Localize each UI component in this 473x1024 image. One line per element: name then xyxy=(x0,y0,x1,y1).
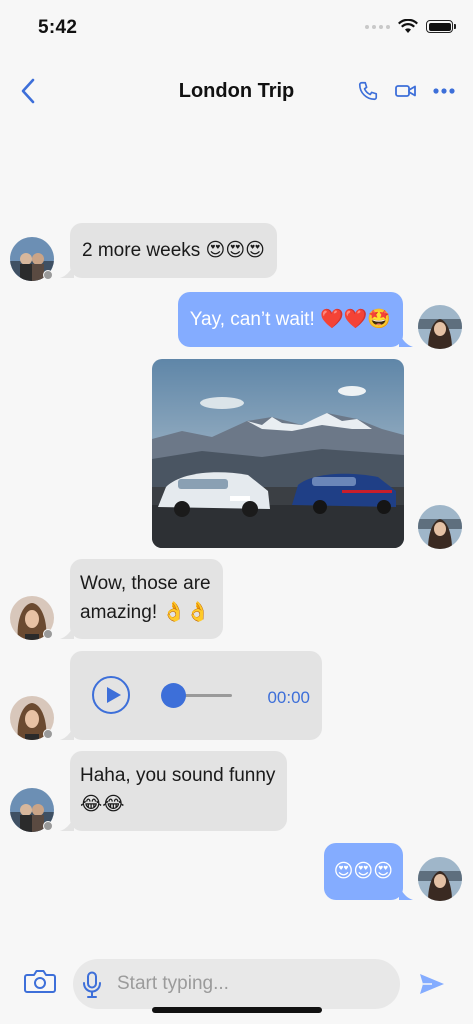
message-text: Yay, can’t wait! ❤️❤️🤩 xyxy=(189,309,391,330)
more-button[interactable] xyxy=(433,88,455,94)
home-indicator xyxy=(152,1007,322,1013)
bubble-tail xyxy=(399,333,413,347)
message-text: Wow, those are amazing! 👌👌 xyxy=(70,559,223,639)
message-line: 😂😂 xyxy=(80,794,125,815)
camera-icon xyxy=(24,970,56,993)
user-avatar-image xyxy=(418,505,462,549)
send-button[interactable] xyxy=(418,972,446,1001)
header-actions xyxy=(357,80,455,102)
status-time: 5:42 xyxy=(38,17,78,38)
more-icon xyxy=(433,88,455,94)
avatar[interactable] xyxy=(418,857,462,901)
presence-indicator xyxy=(43,629,53,639)
bubble-tail xyxy=(60,625,74,639)
user-avatar-image xyxy=(418,857,462,901)
video-call-button[interactable] xyxy=(395,83,417,99)
incoming-message[interactable]: Wow, those are amazing! 👌👌 xyxy=(60,559,223,639)
message-text: 2 more weeks 😍😍😍 xyxy=(82,240,265,261)
video-icon xyxy=(395,85,416,97)
call-button[interactable] xyxy=(357,80,379,102)
presence-indicator xyxy=(43,270,53,280)
bubble-tail xyxy=(60,726,74,740)
outgoing-message[interactable]: 😍😍😍 xyxy=(323,843,413,900)
bubble-tail xyxy=(399,886,413,900)
message-input[interactable] xyxy=(117,959,387,1009)
mic-icon xyxy=(83,971,101,998)
audio-message: 00:00 xyxy=(60,651,322,740)
message-text: Haha, you sound funny 😂😂 xyxy=(70,751,287,831)
message-line: Haha, you sound funny xyxy=(80,765,276,786)
send-icon xyxy=(420,974,444,994)
avatar[interactable] xyxy=(418,305,462,349)
mountain-cars-photo xyxy=(152,359,404,548)
bubble-tail xyxy=(60,817,74,831)
status-bar: 5:42 xyxy=(0,0,473,56)
play-button[interactable] xyxy=(92,676,130,714)
avatar[interactable] xyxy=(418,505,462,549)
outgoing-message[interactable]: Yay, can’t wait! ❤️❤️🤩 xyxy=(177,292,413,347)
bubble-tail xyxy=(60,264,74,278)
camera-button[interactable] xyxy=(24,968,56,999)
mic-button[interactable] xyxy=(81,971,103,1004)
presence-indicator xyxy=(43,729,53,739)
audio-duration: 00:00 xyxy=(267,688,310,707)
message-line: amazing! 👌👌 xyxy=(80,602,210,623)
phone-icon xyxy=(358,81,378,101)
incoming-message[interactable]: Haha, you sound funny 😂😂 xyxy=(60,751,288,831)
image-message[interactable] xyxy=(152,359,404,548)
incoming-message[interactable]: 2 more weeks 😍😍😍 xyxy=(60,223,277,278)
user-avatar-image xyxy=(418,305,462,349)
status-icons xyxy=(365,19,456,34)
message-line: Wow, those are xyxy=(80,573,211,594)
presence-indicator xyxy=(43,821,53,831)
wifi-icon xyxy=(398,19,418,33)
message-text: 😍😍😍 xyxy=(333,861,393,882)
message-input-wrapper xyxy=(73,959,400,1009)
battery-icon xyxy=(426,20,456,33)
message-composer xyxy=(0,952,473,1024)
signal-icon xyxy=(365,24,390,29)
chat-header: London Trip xyxy=(0,60,473,122)
audio-progress-knob[interactable] xyxy=(161,683,186,708)
